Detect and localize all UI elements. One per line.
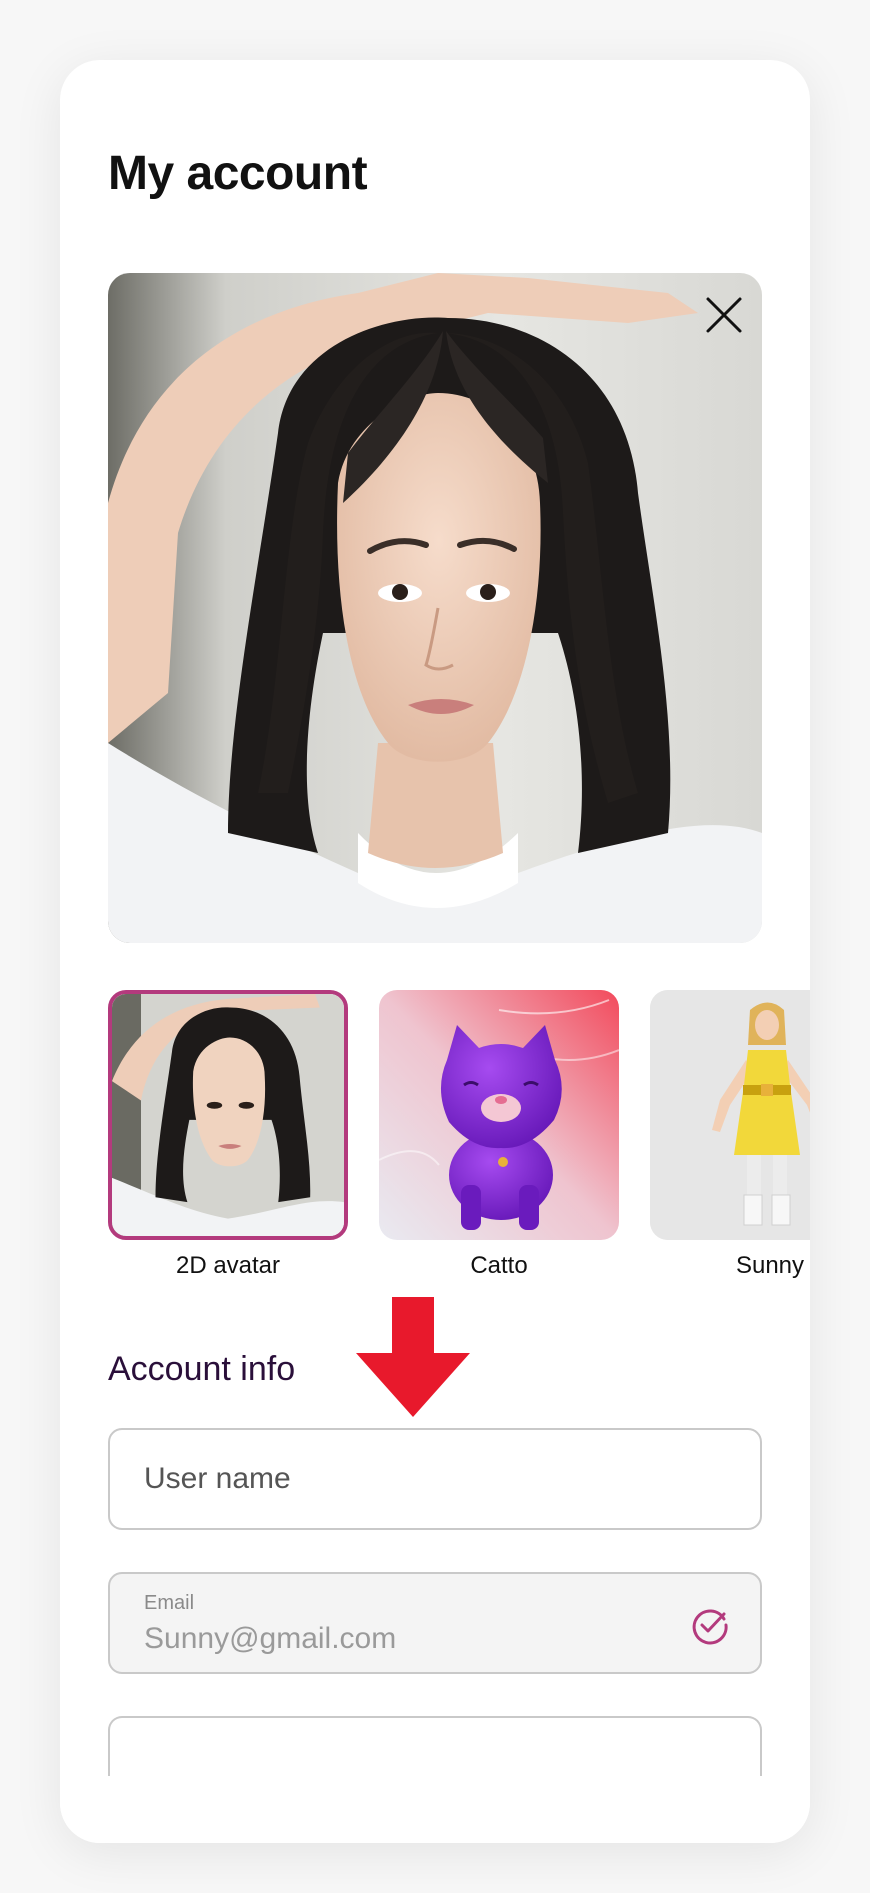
email-field[interactable]: Email Sunny@gmail.com [108,1572,762,1674]
down-arrow-icon [356,1297,470,1417]
avatar-option-sunny[interactable]: Sunny [650,990,810,1280]
username-input[interactable] [144,1430,704,1528]
page-title: My account [108,147,368,200]
avatar-thumbnail [379,990,619,1240]
email-value: Sunny@gmail.com [144,1622,397,1655]
avatar-carousel: 2D avatar Catto Sunny [108,990,810,1290]
screen: My account 2D avatar Catto Sunny Account… [0,0,870,1893]
avatar-catto-image [379,990,619,1240]
close-icon [706,297,742,333]
avatar-thumbnail [650,990,810,1240]
avatar-label: Catto [470,1252,528,1279]
account-info-title: Account info [108,1350,296,1388]
avatar-option-catto[interactable]: Catto [379,990,619,1280]
next-field-partial[interactable] [108,1716,762,1776]
avatar-preview-image [108,273,762,943]
avatar-2d-image [112,994,344,1236]
avatar-option-2d[interactable]: 2D avatar [108,990,348,1280]
account-card: My account 2D avatar Catto Sunny Account… [60,60,810,1843]
avatar-sunny-image [650,990,810,1240]
username-field[interactable] [108,1428,762,1530]
email-label: Email [144,1592,195,1614]
avatar-label: 2D avatar [175,1252,281,1279]
check-circle-icon [692,1609,728,1645]
close-button[interactable] [702,293,746,337]
avatar-thumbnail [108,990,348,1240]
avatar-label: Sunny [735,1252,805,1279]
avatar-preview [108,273,762,943]
scroll-mask [60,1776,810,1843]
